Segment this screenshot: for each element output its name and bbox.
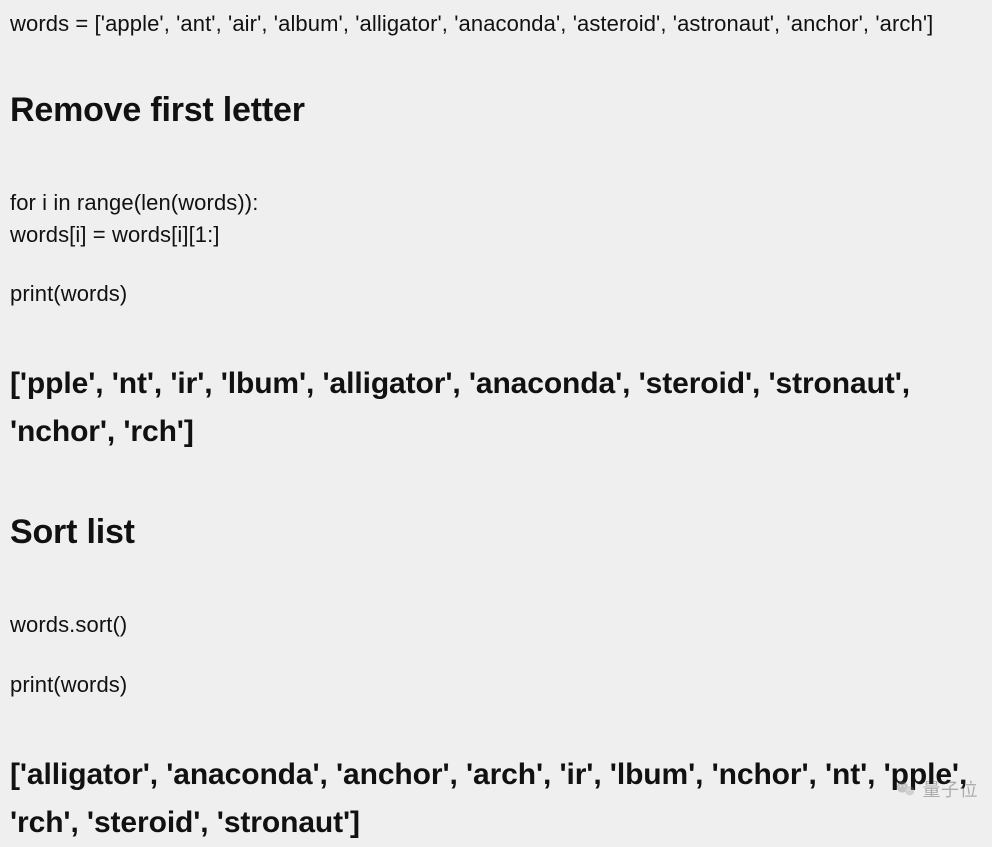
heading-remove-first-letter: Remove first letter [10,90,982,131]
wechat-icon [895,778,917,800]
watermark-label: 量子位 [923,776,979,802]
heading-sort-list: Sort list [10,512,982,553]
code-words-list: words = ['apple', 'ant', 'air', 'album',… [10,8,982,40]
output-removed-first-letter: ['pple', 'nt', 'ir', 'lbum', 'alligator'… [10,360,982,456]
code-print-words-1: print(words) [10,278,982,310]
code-for-loop: for i in range(len(words)): [10,187,982,219]
code-print-words-2: print(words) [10,669,982,701]
code-words-sort: words.sort() [10,609,982,641]
watermark: 量子位 [895,776,979,802]
code-slice-assignment: words[i] = words[i][1:] [10,219,982,251]
output-sorted-list: ['alligator', 'anaconda', 'anchor', 'arc… [10,751,982,847]
